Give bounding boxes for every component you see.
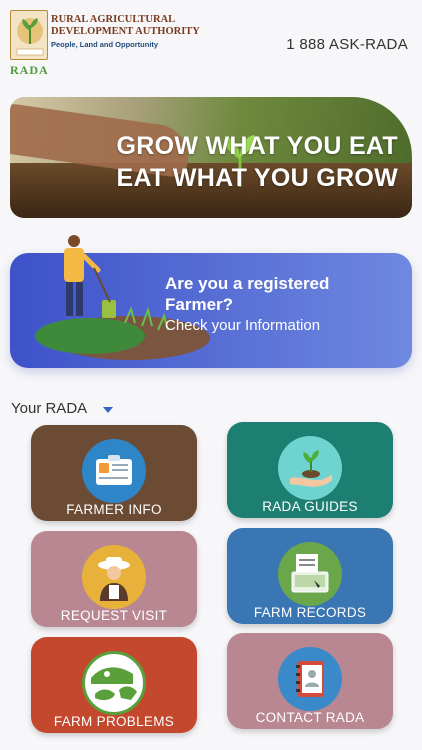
request-visit-tile[interactable]: REQUEST VISIT bbox=[31, 531, 197, 627]
app-header: RADA RURAL AGRICULTURAL DEVELOPMENT AUTH… bbox=[0, 0, 422, 80]
organization-tagline: People, Land and Opportunity bbox=[51, 40, 159, 49]
hero-headline-1: GROW WHAT YOU EAT bbox=[116, 132, 398, 160]
contact-rada-tile[interactable]: CONTACT RADA bbox=[227, 633, 393, 729]
tile-label: FARM RECORDS bbox=[253, 605, 367, 620]
tile-label: CONTACT RADA bbox=[255, 710, 365, 725]
contact-book-icon bbox=[278, 647, 342, 711]
hero-headline-2: EAT WHAT YOU GROW bbox=[116, 164, 398, 192]
caret-down-icon[interactable] bbox=[103, 407, 113, 413]
tile-label: FARM PROBLEMS bbox=[53, 714, 175, 729]
problems-icon bbox=[82, 651, 146, 715]
registered-farmer-title: Are you a registered Farmer? bbox=[165, 274, 330, 314]
rada-logo[interactable] bbox=[10, 10, 48, 60]
hand-plant-icon bbox=[278, 436, 342, 500]
logo-wordmark: RADA bbox=[10, 63, 49, 77]
farmer-icon bbox=[82, 545, 146, 609]
tile-label: RADA GUIDES bbox=[262, 499, 358, 514]
registered-farmer-card[interactable]: Are you a registered Farmer? Check your … bbox=[10, 235, 412, 368]
farm-problems-tile[interactable]: FARM PROBLEMS bbox=[31, 637, 197, 733]
rada-guides-tile[interactable]: RADA GUIDES bbox=[227, 422, 393, 518]
check-information-link[interactable]: Check your Information bbox=[165, 317, 320, 334]
hero-banner: GROW WHAT YOU EAT EAT WHAT YOU GROW bbox=[10, 97, 412, 218]
phone-number-link[interactable]: 1 888 ASK-RADA bbox=[286, 36, 408, 53]
organization-name: RURAL AGRICULTURAL DEVELOPMENT AUTHORITY bbox=[51, 14, 200, 37]
farmer-info-tile[interactable]: FARMER INFO bbox=[31, 425, 197, 521]
tile-label: FARMER INFO bbox=[66, 502, 162, 517]
your-rada-dropdown[interactable]: Your RADA bbox=[11, 400, 87, 417]
records-icon bbox=[278, 542, 342, 606]
tile-label: REQUEST VISIT bbox=[60, 608, 168, 623]
id-card-icon bbox=[82, 439, 146, 503]
farm-records-tile[interactable]: FARM RECORDS bbox=[227, 528, 393, 624]
